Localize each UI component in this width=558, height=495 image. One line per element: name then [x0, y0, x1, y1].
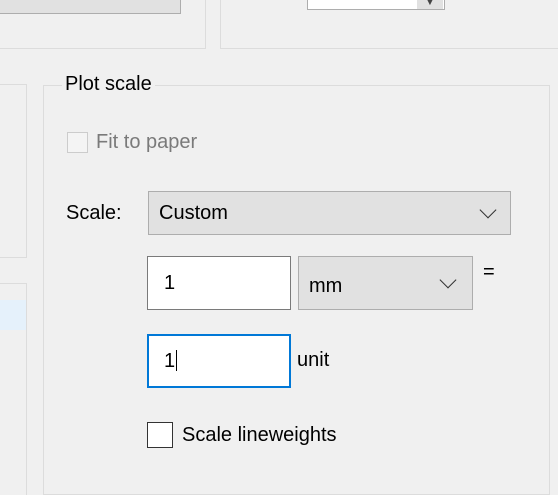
- triangle-down-icon[interactable]: ▼: [417, 0, 443, 9]
- top-left-button[interactable]: [0, 0, 181, 14]
- drawing-units-value-input[interactable]: 1: [147, 334, 291, 388]
- paper-units-value: 1: [164, 272, 176, 294]
- drawing-units-label: unit: [297, 349, 330, 371]
- top-right-pane: ▼: [220, 0, 558, 49]
- scale-lineweights-checkbox[interactable]: [147, 422, 173, 448]
- fit-to-paper-checkbox[interactable]: [67, 132, 88, 153]
- scale-label: Scale:: [66, 202, 122, 224]
- left-pane-highlight: [0, 300, 26, 330]
- plot-scale-title: Plot scale: [62, 70, 155, 98]
- paper-count-select[interactable]: ▼: [307, 0, 445, 10]
- paper-units-value-input[interactable]: 1: [147, 256, 291, 310]
- scale-lineweights-label: Scale lineweights: [182, 424, 337, 446]
- scale-dropdown[interactable]: Custom: [148, 191, 511, 235]
- units-dropdown-value: mm: [309, 275, 343, 297]
- scale-dropdown-value: Custom: [159, 202, 228, 224]
- equals-sign: =: [483, 261, 495, 283]
- chevron-down-icon: [479, 201, 497, 219]
- fit-to-paper-label: Fit to paper: [96, 131, 198, 153]
- units-dropdown[interactable]: mm: [298, 256, 473, 310]
- drawing-units-value: 1: [164, 350, 176, 372]
- left-pane-upper: [0, 84, 27, 258]
- chevron-down-icon: [439, 271, 457, 289]
- text-caret: [176, 350, 178, 371]
